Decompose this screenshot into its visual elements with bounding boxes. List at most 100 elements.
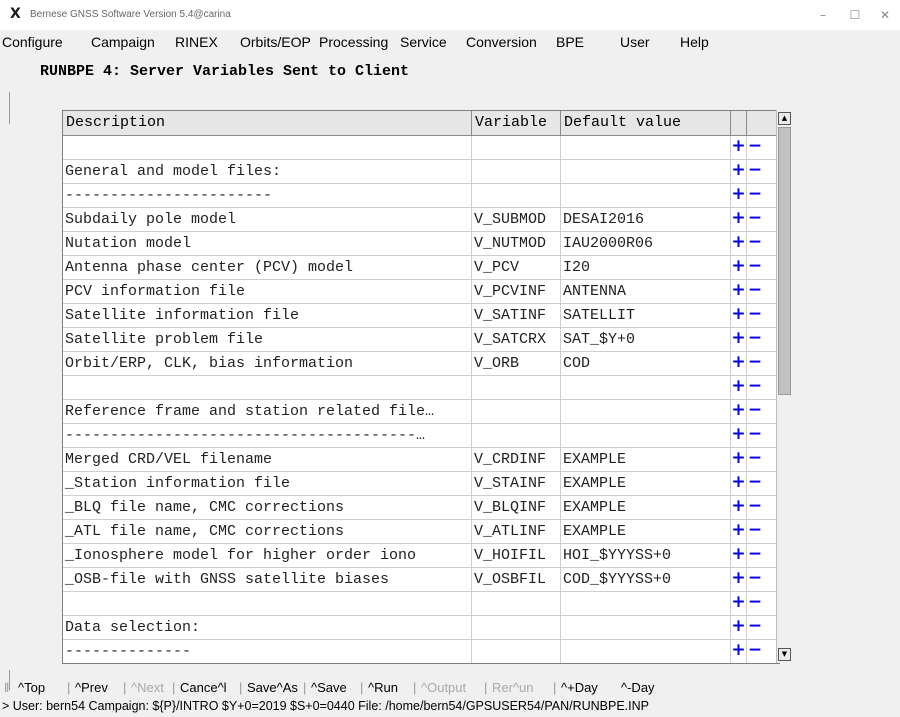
add-row-plus-icon[interactable]: + (731, 424, 747, 447)
default-value-cell[interactable] (561, 136, 731, 159)
default-value-cell[interactable] (561, 400, 731, 423)
description-cell[interactable]: _Station information file (63, 472, 472, 495)
table-row[interactable]: PCV information file V_PCVINF ANTENNA + − (63, 280, 779, 304)
description-cell[interactable]: Satellite problem file (63, 328, 472, 351)
table-row[interactable]: Satellite information file V_SATINF SATELL… (63, 304, 779, 328)
add-row-plus-icon[interactable]: + (731, 568, 747, 591)
table-row[interactable]: _OSB-file with GNSS satellite biases V_OS… (63, 568, 779, 592)
variable-cell[interactable] (472, 592, 561, 615)
description-cell[interactable]: ---------------------------------------… (63, 424, 472, 447)
default-value-cell[interactable]: SAT_$Y+0 (561, 328, 731, 351)
remove-row-minus-icon[interactable]: − (747, 544, 763, 567)
table-row[interactable]: Data selection: + − (63, 616, 779, 640)
button-save[interactable]: ^Save (311, 680, 347, 695)
remove-row-minus-icon[interactable]: − (747, 184, 763, 207)
add-row-plus-icon[interactable]: + (731, 304, 747, 327)
remove-row-minus-icon[interactable]: − (747, 160, 763, 183)
variable-cell[interactable]: V_CRDINF (472, 448, 561, 471)
variable-cell[interactable]: V_STAINF (472, 472, 561, 495)
description-cell[interactable] (63, 592, 472, 615)
table-row[interactable]: _Ionosphere model for higher order iono V… (63, 544, 779, 568)
description-cell[interactable]: Orbit/ERP, CLK, bias information (63, 352, 472, 375)
default-value-cell[interactable]: I20 (561, 256, 731, 279)
description-cell[interactable]: _OSB-file with GNSS satellite biases (63, 568, 472, 591)
remove-row-minus-icon[interactable]: − (747, 208, 763, 231)
variable-cell[interactable] (472, 136, 561, 159)
remove-row-minus-icon[interactable]: − (747, 592, 763, 615)
default-value-cell[interactable] (561, 376, 731, 399)
description-cell[interactable]: Merged CRD/VEL filename (63, 448, 472, 471)
table-row[interactable]: _Station information file V_STAINF EXAMPLE… (63, 472, 779, 496)
remove-row-minus-icon[interactable]: − (747, 136, 763, 159)
variable-cell[interactable] (472, 184, 561, 207)
description-cell[interactable]: Satellite information file (63, 304, 472, 327)
menu-configure[interactable]: Configure (2, 34, 63, 50)
variable-cell[interactable]: V_ATLINF (472, 520, 561, 543)
default-value-cell[interactable] (561, 616, 731, 639)
add-row-plus-icon[interactable]: + (731, 208, 747, 231)
default-value-cell[interactable] (561, 592, 731, 615)
add-row-plus-icon[interactable]: + (731, 544, 747, 567)
default-value-cell[interactable]: ANTENNA (561, 280, 731, 303)
button-next[interactable]: ^Next (131, 680, 164, 695)
table-row[interactable]: _BLQ file name, CMC corrections V_BLQINF E… (63, 496, 779, 520)
remove-row-minus-icon[interactable]: − (747, 448, 763, 471)
table-row[interactable]: -------------- + − (63, 640, 779, 663)
add-row-plus-icon[interactable]: + (731, 184, 747, 207)
table-row[interactable]: Nutation model V_NUTMOD IAU2000R06 + − (63, 232, 779, 256)
add-row-plus-icon[interactable]: + (731, 520, 747, 543)
default-value-cell[interactable]: COD_$YYYSS+0 (561, 568, 731, 591)
default-value-cell[interactable]: IAU2000R06 (561, 232, 731, 255)
remove-row-minus-icon[interactable]: − (747, 256, 763, 279)
variable-cell[interactable] (472, 640, 561, 663)
description-cell[interactable]: Reference frame and station related file… (63, 400, 472, 423)
add-row-plus-icon[interactable]: + (731, 280, 747, 303)
add-row-plus-icon[interactable]: + (731, 448, 747, 471)
remove-row-minus-icon[interactable]: − (747, 616, 763, 639)
variable-cell[interactable] (472, 424, 561, 447)
menu-processing[interactable]: Processing (319, 34, 388, 50)
default-value-cell[interactable]: HOI_$YYYSS+0 (561, 544, 731, 567)
default-value-cell[interactable] (561, 184, 731, 207)
default-value-cell[interactable]: COD (561, 352, 731, 375)
variable-cell[interactable] (472, 160, 561, 183)
button-output[interactable]: ^Output (421, 680, 466, 695)
add-row-plus-icon[interactable]: + (731, 640, 747, 663)
table-scrollbar[interactable]: ▲ ▼ (776, 110, 792, 663)
add-row-plus-icon[interactable]: + (731, 496, 747, 519)
description-cell[interactable]: _BLQ file name, CMC corrections (63, 496, 472, 519)
description-cell[interactable]: General and model files: (63, 160, 472, 183)
table-row[interactable]: Subdaily pole model V_SUBMOD DESAI2016 + − (63, 208, 779, 232)
remove-row-minus-icon[interactable]: − (747, 304, 763, 327)
default-value-cell[interactable] (561, 424, 731, 447)
remove-row-minus-icon[interactable]: − (747, 424, 763, 447)
menu-rinex[interactable]: RINEX (175, 34, 218, 50)
scroll-up-arrow-icon[interactable]: ▲ (778, 112, 791, 125)
table-row[interactable]: Reference frame and station related file… (63, 400, 779, 424)
button-saveas[interactable]: Save^As (247, 680, 298, 695)
table-row[interactable]: Antenna phase center (PCV) model V_PCV I20… (63, 256, 779, 280)
button-cancel[interactable]: Cance^l (180, 680, 227, 695)
minimize-button[interactable]: – (808, 4, 838, 26)
variable-cell[interactable]: V_PCVINF (472, 280, 561, 303)
variable-cell[interactable] (472, 400, 561, 423)
table-row[interactable]: General and model files: + − (63, 160, 779, 184)
scroll-thumb[interactable] (778, 127, 791, 395)
add-row-plus-icon[interactable]: + (731, 160, 747, 183)
remove-row-minus-icon[interactable]: − (747, 400, 763, 423)
variable-cell[interactable]: V_BLQINF (472, 496, 561, 519)
default-value-cell[interactable]: EXAMPLE (561, 448, 731, 471)
remove-row-minus-icon[interactable]: − (747, 496, 763, 519)
button-run[interactable]: ^Run (368, 680, 398, 695)
table-row[interactable]: Orbit/ERP, CLK, bias information V_ORB COD… (63, 352, 779, 376)
default-value-cell[interactable] (561, 160, 731, 183)
add-row-plus-icon[interactable]: + (731, 472, 747, 495)
remove-row-minus-icon[interactable]: − (747, 232, 763, 255)
button-rerun[interactable]: Rer^un (492, 680, 534, 695)
variable-cell[interactable]: V_HOIFIL (472, 544, 561, 567)
description-cell[interactable]: ----------------------- (63, 184, 472, 207)
table-row[interactable]: _ATL file name, CMC corrections V_ATLINF E… (63, 520, 779, 544)
menu-bpe[interactable]: BPE (556, 34, 584, 50)
description-cell[interactable] (63, 136, 472, 159)
menu-conversion[interactable]: Conversion (466, 34, 537, 50)
